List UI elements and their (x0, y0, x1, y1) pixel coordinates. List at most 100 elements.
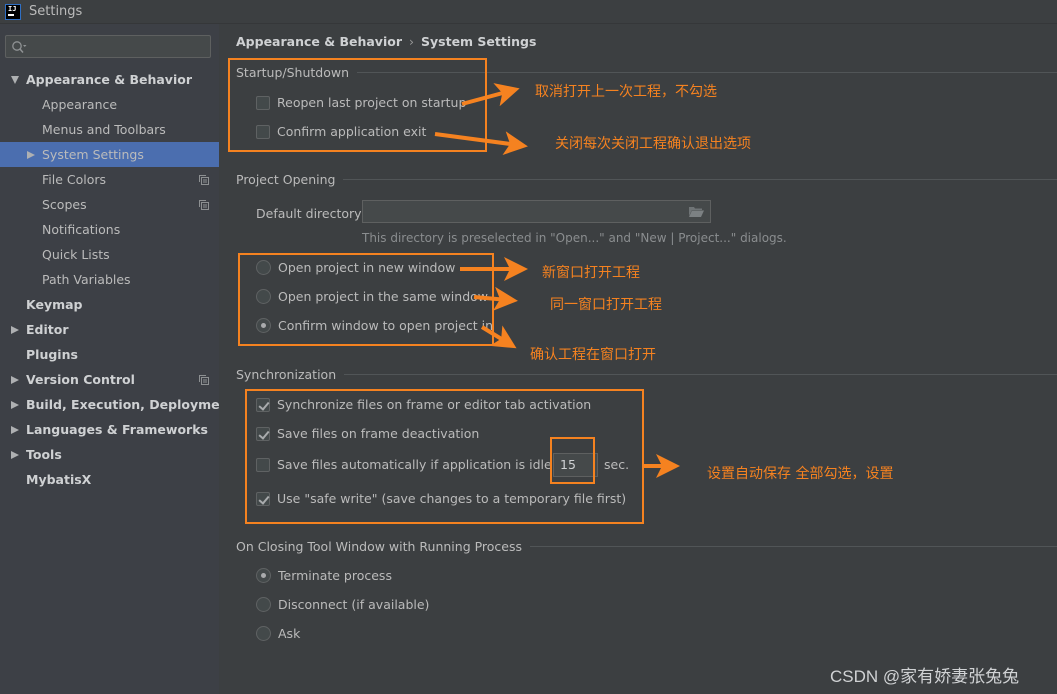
sidebar-item-file-colors[interactable]: File Colors (0, 167, 219, 192)
chevron-down-icon[interactable] (11, 75, 19, 84)
startup-shutdown-group-title: Startup/Shutdown (236, 65, 1057, 80)
sidebar-item-path-variables[interactable]: Path Variables (0, 267, 219, 292)
sidebar-item-quick-lists[interactable]: Quick Lists (0, 242, 219, 267)
settings-tree: Appearance & Behavior Appearance Menus and… (0, 67, 234, 492)
sidebar-item-label: System Settings (42, 147, 144, 162)
sidebar-item-version-control[interactable]: Version Control (0, 367, 219, 392)
checkbox-box[interactable] (256, 426, 270, 441)
default-directory-label: Default directory: (256, 206, 365, 221)
sidebar-item-label: Tools (26, 447, 62, 462)
annotation-note: 确认工程在窗口打开 (530, 347, 656, 363)
sidebar-item-system-settings[interactable]: System Settings (0, 142, 219, 167)
idle-seconds-input[interactable]: 15 (553, 453, 598, 477)
sidebar-item-label: MybatisX (26, 472, 92, 487)
folder-open-icon[interactable] (689, 206, 704, 217)
synchronization-label: Synchronization (236, 367, 337, 382)
sidebar-item-label: Languages & Frameworks (26, 422, 208, 437)
checkbox-box[interactable] (256, 491, 270, 506)
open-new-window-radio[interactable]: Open project in new window (256, 260, 455, 275)
sidebar-item-label: Keymap (26, 297, 83, 312)
closing-group-title: On Closing Tool Window with Running Proc… (236, 539, 1057, 554)
sidebar-item-build-execution-deployment[interactable]: Build, Execution, Deployment (0, 392, 234, 417)
radio-circle[interactable] (256, 597, 271, 612)
save-on-deactivation-checkbox[interactable]: Save files on frame deactivation (256, 426, 479, 441)
sidebar-item-label: File Colors (42, 172, 107, 187)
sidebar-item-plugins[interactable]: Plugins (0, 342, 219, 367)
sidebar-item-editor[interactable]: Editor (0, 317, 219, 342)
confirm-window-radio[interactable]: Confirm window to open project in (256, 318, 493, 333)
project-opening-group-title: Project Opening (236, 172, 1057, 187)
annotation-note: 设置自动保存 全部勾选，设置 (707, 466, 894, 482)
reopen-last-project-checkbox[interactable]: Reopen last project on startup (256, 95, 466, 110)
sidebar-item-appearance-behavior[interactable]: Appearance & Behavior (0, 67, 219, 92)
radio-circle[interactable] (256, 318, 271, 333)
divider (357, 72, 1057, 73)
watermark: CSDN @家有娇妻张兔兔 (830, 667, 1020, 686)
checkbox-label: Save files automatically if application … (277, 457, 573, 472)
sync-on-activation-checkbox[interactable]: Synchronize files on frame or editor tab… (256, 397, 591, 412)
radio-label: Terminate process (278, 568, 392, 583)
disconnect-radio[interactable]: Disconnect (if available) (256, 597, 429, 612)
breadcrumb: Appearance & Behavior › System Settings (236, 34, 536, 49)
chevron-right-icon[interactable] (11, 425, 19, 434)
project-level-icon (199, 375, 209, 385)
startup-shutdown-label: Startup/Shutdown (236, 65, 350, 80)
sidebar-item-label: Menus and Toolbars (42, 122, 166, 137)
checkbox-label: Use "safe write" (save changes to a temp… (277, 491, 627, 506)
sidebar-item-label: Build, Execution, Deployment (26, 397, 235, 412)
checkbox-box[interactable] (256, 457, 270, 472)
sidebar-item-label: Scopes (42, 197, 87, 212)
open-same-window-radio[interactable]: Open project in the same window (256, 289, 488, 304)
chevron-right-icon[interactable] (27, 150, 35, 159)
annotation-note: 同一窗口打开工程 (550, 297, 662, 313)
divider (343, 179, 1057, 180)
sidebar-item-label: Path Variables (42, 272, 131, 287)
ask-radio[interactable]: Ask (256, 626, 300, 641)
radio-circle[interactable] (256, 568, 271, 583)
sidebar-item-scopes[interactable]: Scopes (0, 192, 219, 217)
chevron-right-icon[interactable] (11, 450, 19, 459)
radio-circle[interactable] (256, 260, 271, 275)
checkbox-box[interactable] (256, 124, 270, 139)
sidebar-item-languages-frameworks[interactable]: Languages & Frameworks (0, 417, 219, 442)
breadcrumb-separator: › (409, 34, 414, 49)
radio-label: Disconnect (if available) (278, 597, 430, 612)
sidebar-item-notifications[interactable]: Notifications (0, 217, 219, 242)
sidebar-item-tools[interactable]: Tools (0, 442, 219, 467)
project-level-icon (199, 175, 209, 185)
radio-label: Ask (278, 626, 301, 641)
sidebar-item-appearance[interactable]: Appearance (0, 92, 219, 117)
sidebar-item-mybatisx[interactable]: MybatisX (0, 467, 219, 492)
sidebar-item-keymap[interactable]: Keymap (0, 292, 219, 317)
checkbox-box[interactable] (256, 397, 270, 412)
sidebar-item-label: Notifications (42, 222, 121, 237)
confirm-exit-checkbox[interactable]: Confirm application exit (256, 124, 426, 139)
radio-label: Open project in the same window (278, 289, 489, 304)
chevron-right-icon[interactable] (11, 375, 19, 384)
project-level-icon (199, 200, 209, 210)
window-title: Settings (29, 4, 83, 19)
checkbox-label: Confirm application exit (277, 124, 427, 139)
safe-write-checkbox[interactable]: Use "safe write" (save changes to a temp… (256, 491, 626, 506)
chevron-right-icon[interactable] (11, 325, 19, 334)
closing-label: On Closing Tool Window with Running Proc… (236, 539, 523, 554)
sidebar-item-menus-and-toolbars[interactable]: Menus and Toolbars (0, 117, 219, 142)
divider (530, 546, 1057, 547)
save-idle-checkbox[interactable]: Save files automatically if application … (256, 457, 573, 472)
breadcrumb-parent[interactable]: Appearance & Behavior (236, 34, 402, 49)
default-directory-input[interactable] (362, 200, 711, 223)
annotation-note: 取消打开上一次工程，不勾选 (535, 84, 717, 100)
annotation-note: 关闭每次关闭工程确认退出选项 (555, 136, 751, 152)
radio-circle[interactable] (256, 626, 271, 641)
sidebar-item-label: Version Control (26, 372, 135, 387)
project-opening-label: Project Opening (236, 172, 336, 187)
checkbox-box[interactable] (256, 95, 270, 110)
chevron-right-icon[interactable] (11, 400, 19, 409)
search-input[interactable] (5, 35, 211, 58)
checkbox-label: Synchronize files on frame or editor tab… (277, 397, 592, 412)
divider (344, 374, 1057, 375)
radio-circle[interactable] (256, 289, 271, 304)
synchronization-group-title: Synchronization (236, 367, 1057, 382)
settings-sidebar: Appearance & Behavior Appearance Menus and… (0, 24, 234, 694)
terminate-process-radio[interactable]: Terminate process (256, 568, 392, 583)
